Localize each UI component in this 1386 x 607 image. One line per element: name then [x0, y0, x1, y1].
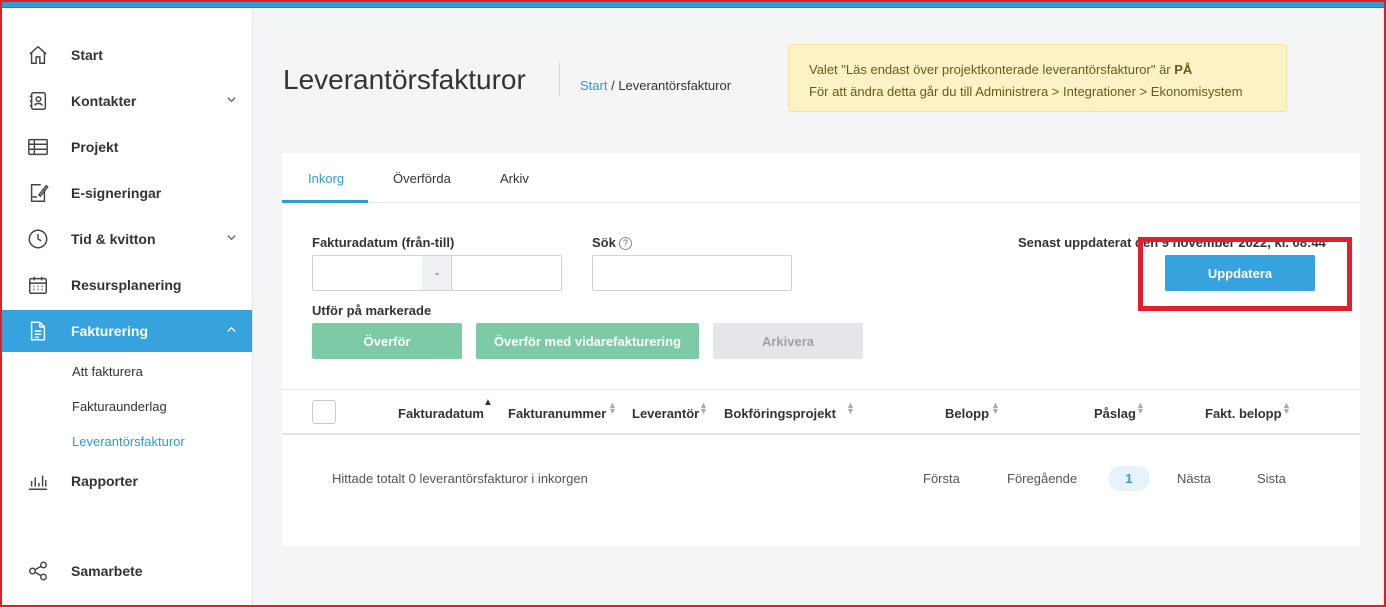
signature-icon — [26, 181, 50, 205]
sort-icon[interactable]: ▲ ▼ — [699, 401, 708, 416]
breadcrumb-link-start[interactable]: Start — [580, 78, 607, 93]
table-header: Fakturadatum ▲ Fakturanummer ▲ ▼ Leverant… — [282, 389, 1360, 435]
tab-arkiv[interactable]: Arkiv — [500, 171, 529, 186]
notice-line-2: För att ändra detta går du till Administ… — [809, 84, 1243, 99]
column-header-paslag[interactable]: Påslag — [1094, 406, 1136, 421]
select-all-checkbox[interactable] — [312, 400, 336, 424]
bulk-actions-label: Utför på markerade — [312, 303, 432, 318]
pagination-first[interactable]: Första — [923, 471, 960, 486]
settings-notice: Valet "Läs endast över projektkonterade … — [788, 44, 1287, 112]
sidebar-item-start[interactable]: Start — [0, 34, 252, 76]
pagination-previous[interactable]: Föregående — [1007, 471, 1077, 486]
pagination-last[interactable]: Sista — [1257, 471, 1286, 486]
sidebar-subitem-leverantorsfakturor[interactable]: Leverantörsfakturor — [72, 434, 185, 449]
contacts-icon — [26, 89, 50, 113]
sidebar-item-projekt[interactable]: Projekt — [0, 126, 252, 168]
pagination-current-page[interactable]: 1 — [1108, 466, 1150, 491]
sort-icon[interactable]: ▲ ▼ — [608, 401, 617, 416]
top-accent-bar — [0, 0, 1386, 8]
sidebar-item-samarbete[interactable]: Samarbete — [0, 550, 252, 592]
chevron-down-icon — [226, 94, 237, 108]
tab-overforda[interactable]: Överförda — [393, 171, 451, 186]
notice-text: Valet "Läs endast över projektkonterade … — [809, 62, 1175, 77]
column-header-leverantor[interactable]: Leverantör — [632, 406, 699, 421]
sort-icon[interactable]: ▲ ▼ — [846, 401, 855, 416]
sidebar-item-label: Start — [71, 47, 103, 63]
sort-asc-icon[interactable]: ▲ — [483, 398, 493, 408]
transfer-button[interactable]: Överför — [312, 323, 462, 359]
home-icon — [26, 43, 50, 67]
sidebar-item-e-signeringar[interactable]: E-signeringar — [0, 172, 252, 214]
search-input[interactable] — [592, 255, 792, 291]
column-header-bokforingsprojekt[interactable]: Bokföringsprojekt — [724, 406, 836, 421]
calendar-icon — [26, 273, 50, 297]
sidebar-item-label: Rapporter — [71, 473, 138, 489]
active-tab-indicator — [282, 200, 368, 203]
document-icon — [26, 319, 50, 343]
bar-chart-icon — [26, 469, 50, 493]
update-button[interactable]: Uppdatera — [1165, 255, 1315, 291]
sidebar-item-label: Fakturering — [71, 323, 149, 339]
column-header-belopp[interactable]: Belopp — [945, 406, 989, 421]
search-label-text: Sök — [592, 235, 616, 250]
pagination-next[interactable]: Nästa — [1177, 471, 1211, 486]
sidebar-item-label: Kontakter — [71, 93, 137, 109]
sidebar-item-label: Samarbete — [71, 563, 143, 579]
title-divider — [559, 62, 560, 96]
invoices-card: Inkorg Överförda Arkiv Fakturadatum (frå… — [282, 153, 1360, 546]
clock-icon — [26, 227, 50, 251]
notice-line-1: Valet "Läs endast över projektkonterade … — [809, 59, 1266, 81]
sort-icon[interactable]: ▲ ▼ — [1282, 401, 1291, 416]
column-header-fakturanummer[interactable]: Fakturanummer — [508, 406, 606, 421]
date-range-label: Fakturadatum (från-till) — [312, 235, 455, 250]
date-to-input[interactable] — [451, 255, 562, 291]
sidebar: Start Kontakter Projekt E-signeringar Ti… — [0, 8, 253, 607]
date-from-input[interactable] — [312, 255, 423, 291]
help-icon[interactable]: ? — [618, 236, 632, 250]
chevron-up-icon — [226, 324, 237, 338]
sort-icon[interactable]: ▲ ▼ — [1136, 401, 1145, 416]
table-icon — [26, 135, 50, 159]
chevron-down-icon — [226, 232, 237, 246]
sidebar-item-resursplanering[interactable]: Resursplanering — [0, 264, 252, 306]
date-range-separator: - — [422, 255, 452, 291]
sidebar-item-label: Tid & kvitton — [71, 231, 156, 247]
column-header-fakt-belopp[interactable]: Fakt. belopp — [1205, 406, 1282, 421]
sidebar-item-rapporter[interactable]: Rapporter — [0, 460, 252, 502]
sidebar-item-tid-kvitton[interactable]: Tid & kvitton — [0, 218, 252, 260]
sidebar-item-fakturering[interactable]: Fakturering — [0, 310, 252, 352]
archive-button[interactable]: Arkivera — [713, 323, 863, 359]
transfer-rebill-button[interactable]: Överför med vidarefakturering — [476, 323, 699, 359]
sidebar-item-kontakter[interactable]: Kontakter — [0, 80, 252, 122]
notice-status: PÅ — [1174, 62, 1193, 77]
tab-inkorg[interactable]: Inkorg — [308, 171, 344, 186]
page-title: Leverantörsfakturor — [283, 64, 526, 95]
results-summary: Hittade totalt 0 leverantörsfakturor i i… — [332, 471, 588, 486]
breadcrumb-separator: / — [607, 78, 619, 93]
sidebar-subitem-fakturaunderlag[interactable]: Fakturaunderlag — [72, 399, 167, 414]
column-header-fakturadatum[interactable]: Fakturadatum — [398, 406, 484, 421]
breadcrumb: Start / Leverantörsfakturor — [580, 78, 731, 93]
sidebar-item-label: E-signeringar — [71, 185, 162, 201]
breadcrumb-current: Leverantörsfakturor — [618, 78, 732, 93]
search-label: Sök? — [592, 235, 632, 250]
share-icon — [26, 559, 50, 583]
sidebar-subitem-att-fakturera[interactable]: Att fakturera — [72, 364, 143, 379]
sort-icon[interactable]: ▲ ▼ — [991, 401, 1000, 416]
sidebar-item-label: Projekt — [71, 139, 119, 155]
tab-bar: Inkorg Överförda Arkiv — [282, 153, 1360, 203]
sidebar-item-label: Resursplanering — [71, 277, 182, 293]
